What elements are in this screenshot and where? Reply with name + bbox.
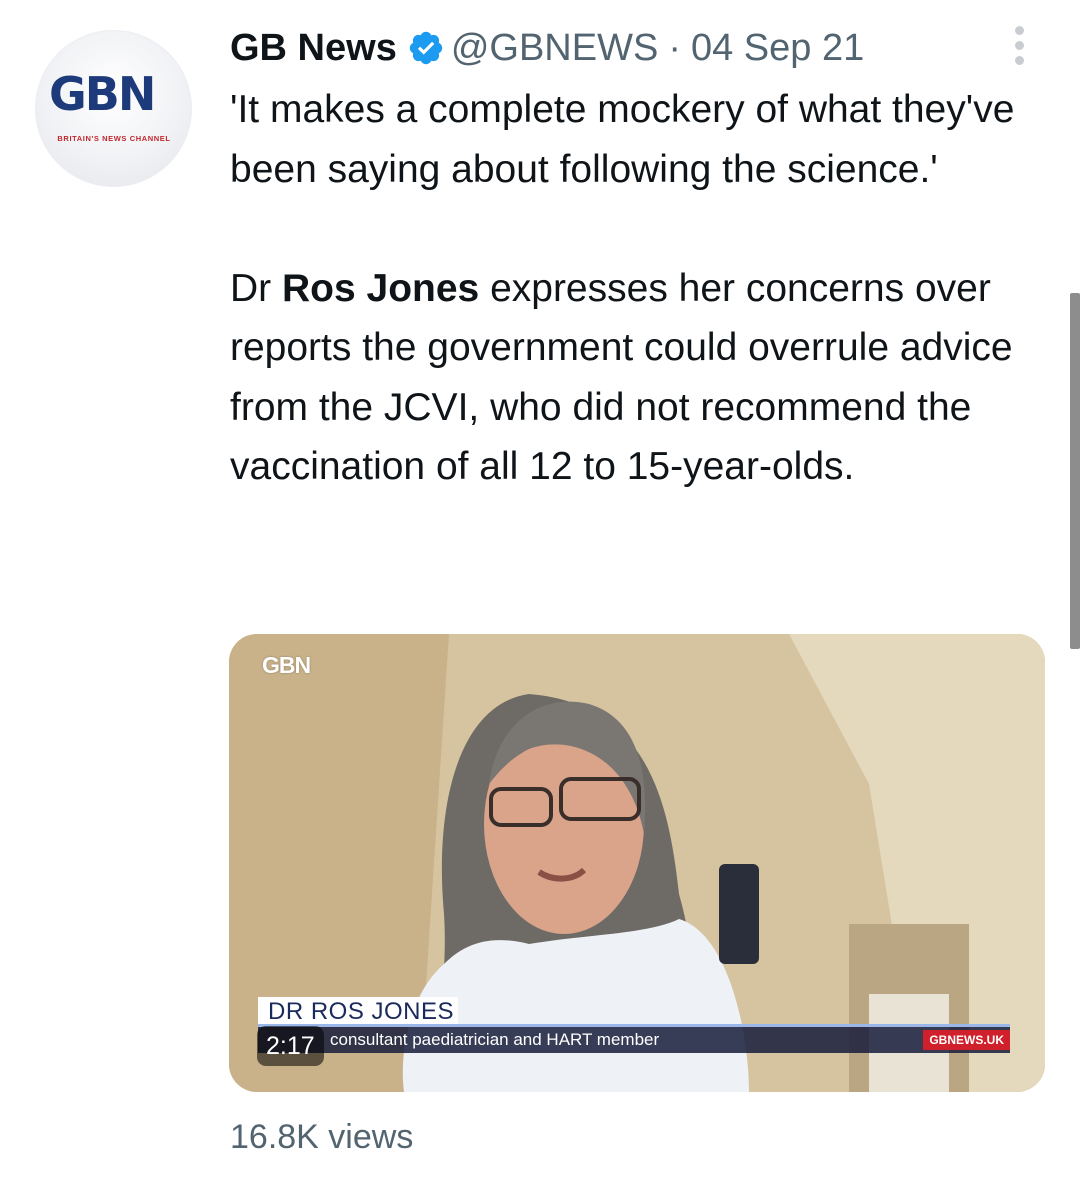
tweet-date[interactable]: 04 Sep 21 [691,27,864,70]
logo-text: GBN [49,67,156,121]
lower-third-name: DR ROS JONES [258,997,459,1025]
account-avatar[interactable]: GBN BRITAIN'S NEWS CHANNEL [35,30,192,187]
tweet-quote: 'It makes a complete mockery of what the… [230,88,1026,191]
gbn-logo: GBN [49,71,179,117]
tweet-body-bold: Ros Jones [282,266,480,310]
account-name[interactable]: GB News [230,27,397,70]
lower-third-url: GBNEWS.UK [923,1030,1010,1050]
tweet-body-prefix: Dr [230,266,282,310]
tweet-text: 'It makes a complete mockery of what the… [230,80,1040,497]
scrollbar[interactable] [1070,293,1080,649]
header-separator: · [668,26,681,69]
lower-third: DR ROS JONES consultant paediatrician an… [258,997,1010,1056]
avatar-tagline: BRITAIN'S NEWS CHANNEL [57,134,171,143]
account-handle[interactable]: @GBNEWS [451,27,658,70]
tweet-header: GB News @GBNEWS · 04 Sep 21 [230,22,864,74]
video-watermark: GBN [262,652,311,678]
more-options-icon[interactable] [1004,26,1034,68]
verified-badge-icon [409,31,443,65]
video-player[interactable]: GBN DR ROS JONES consultant paediatricia… [229,634,1045,1092]
view-count: 16.8K views [230,1118,414,1156]
lower-third-caption: consultant paediatrician and HART member [258,1027,1010,1053]
video-duration-badge: 2:17 [257,1026,324,1066]
